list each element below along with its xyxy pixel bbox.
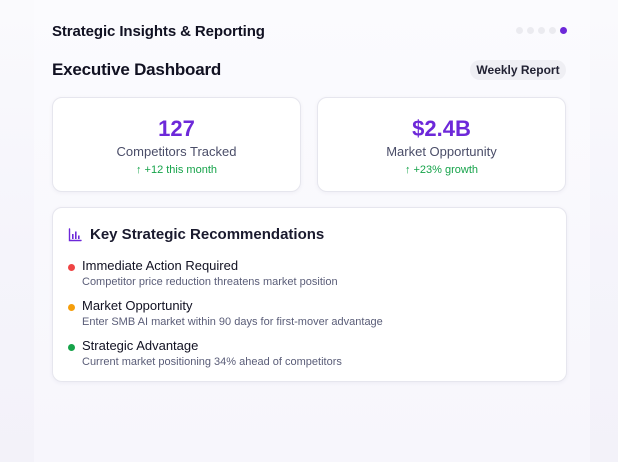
recommendations-card: Key Strategic Recommendations Immediate … bbox=[52, 207, 567, 382]
pager-dot[interactable] bbox=[538, 27, 545, 34]
metric-value: $2.4B bbox=[412, 116, 471, 141]
metric-card-market-opportunity: $2.4B Market Opportunity ↑ +23% growth bbox=[317, 97, 566, 192]
recommendations-header: Key Strategic Recommendations bbox=[68, 226, 324, 243]
pager-dot[interactable] bbox=[516, 27, 523, 34]
recommendation-title: Strategic Advantage bbox=[82, 338, 199, 353]
pager-dot[interactable] bbox=[549, 27, 556, 34]
pager-dot-active[interactable] bbox=[560, 27, 567, 34]
weekly-report-badge[interactable]: Weekly Report bbox=[470, 60, 566, 80]
pager-dots bbox=[516, 27, 567, 34]
recommendation-title: Market Opportunity bbox=[82, 298, 193, 313]
metric-change: ↑ +23% growth bbox=[404, 164, 479, 176]
metric-label: Competitors Tracked bbox=[116, 144, 237, 159]
bar-chart-icon bbox=[68, 227, 82, 241]
metric-label: Market Opportunity bbox=[386, 144, 497, 159]
section-title: Executive Dashboard bbox=[52, 60, 222, 79]
recommendation-title: Immediate Action Required bbox=[82, 258, 239, 273]
recommendation-description: Enter SMB AI market within 90 days for f… bbox=[82, 316, 383, 328]
recommendation-description: Current market positioning 34% ahead of … bbox=[82, 356, 342, 368]
status-dot bbox=[68, 304, 75, 311]
app-title: Strategic Insights & Reporting bbox=[52, 23, 265, 40]
status-dot bbox=[68, 344, 75, 351]
pager-dot[interactable] bbox=[527, 27, 534, 34]
metric-value: 127 bbox=[158, 116, 195, 141]
recommendations-title: Key Strategic Recommendations bbox=[90, 226, 325, 243]
status-dot bbox=[68, 264, 75, 271]
metric-change: ↑ +12 this month bbox=[135, 164, 218, 176]
metric-card-competitors: 127 Competitors Tracked ↑ +12 this month bbox=[52, 97, 301, 192]
recommendation-description: Competitor price reduction threatens mar… bbox=[82, 276, 338, 288]
